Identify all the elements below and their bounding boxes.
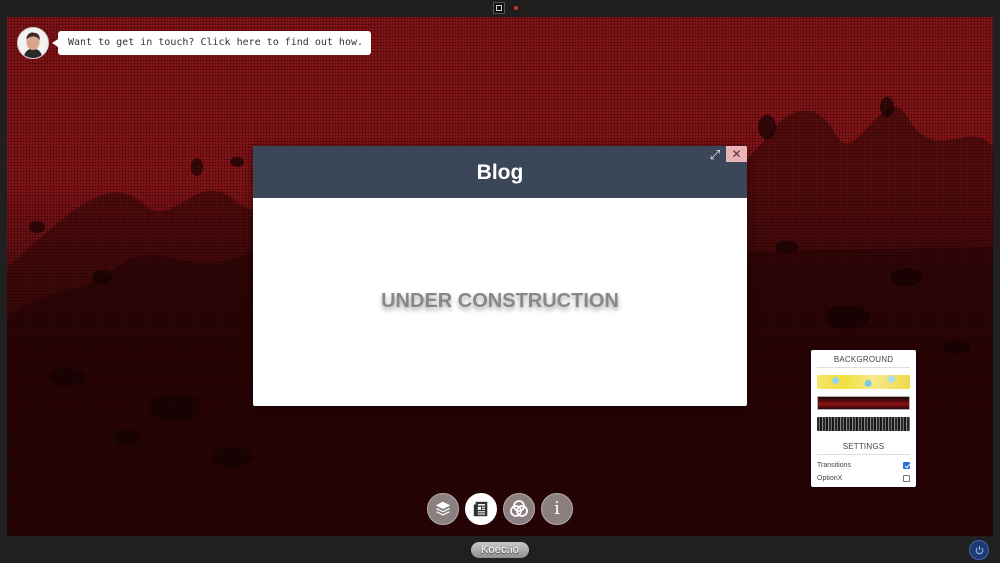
layers-button[interactable] — [427, 493, 459, 525]
background-option-dark[interactable] — [817, 417, 910, 431]
option-row-optionx: OptionX — [817, 473, 910, 484]
optionx-checkbox[interactable] — [903, 475, 910, 482]
record-indicator-icon — [514, 6, 518, 10]
background-option-red[interactable] — [817, 396, 910, 410]
blog-button[interactable] — [465, 493, 497, 525]
color-circles-icon — [510, 500, 528, 517]
fullscreen-icon[interactable] — [493, 2, 505, 14]
settings-panel: BACKGROUND SETTINGS Transitions OptionX — [811, 350, 916, 487]
background-heading: BACKGROUND — [817, 355, 910, 368]
option-label: OptionX — [817, 475, 843, 482]
layers-icon — [435, 501, 451, 516]
option-label: Transitions — [817, 462, 851, 469]
color-filter-button[interactable] — [503, 493, 535, 525]
settings-heading: SETTINGS — [817, 442, 910, 455]
avatar[interactable] — [17, 27, 49, 59]
blog-icon — [473, 501, 488, 517]
top-bar — [0, 0, 1000, 17]
contact-speech-bubble[interactable]: Want to get in touch? Click here to find… — [52, 31, 371, 55]
koec-logo: Koec.io — [471, 542, 529, 558]
modal-body: UNDER CONSTRUCTION — [253, 198, 747, 406]
under-construction-text: UNDER CONSTRUCTION — [381, 290, 619, 312]
power-icon — [975, 545, 983, 554]
modal-title: Blog — [476, 161, 524, 184]
close-button[interactable]: ✕ — [726, 146, 747, 162]
background-option-colorful[interactable] — [817, 375, 910, 389]
blog-modal: Blog ⤢ ✕ UNDER CONSTRUCTION — [253, 146, 747, 406]
power-button[interactable] — [969, 540, 989, 560]
person-portrait-icon — [18, 28, 48, 58]
modal-header: Blog — [253, 146, 747, 198]
transitions-checkbox[interactable] — [903, 462, 910, 469]
option-row-transitions: Transitions — [817, 460, 910, 471]
info-icon: i — [554, 498, 560, 519]
info-button[interactable]: i — [541, 493, 573, 525]
expand-icon[interactable]: ⤢ — [707, 148, 723, 162]
